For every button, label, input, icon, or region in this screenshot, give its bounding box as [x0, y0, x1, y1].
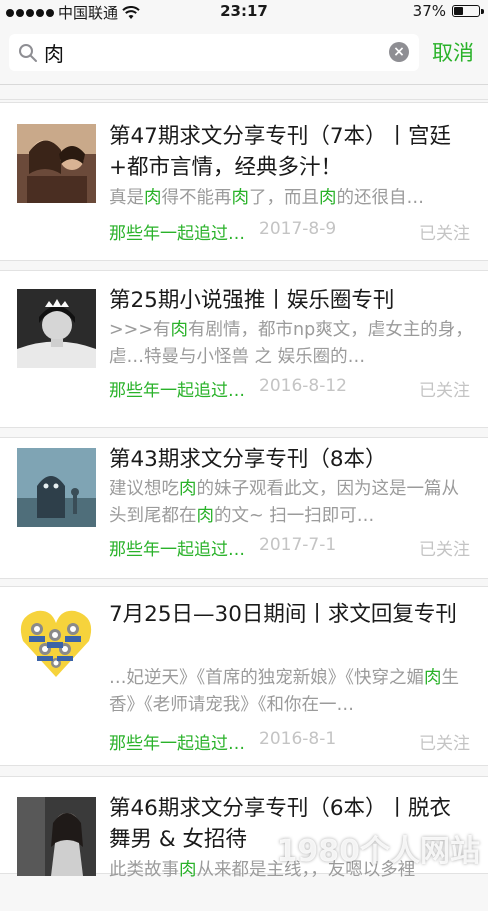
result-title: 7月25日—30日期间丨求文回复专刊	[109, 602, 457, 627]
follow-status: 已关注	[419, 381, 470, 401]
result-snippet: >>>有肉有剧情，都市np爽文，虐女主的身，虐…特曼与小怪兽 之 娱乐圈的…	[109, 317, 473, 371]
result-thumbnail	[17, 289, 96, 368]
keyword-highlight: 肉	[196, 506, 215, 526]
snippet-text: 得不能再	[161, 188, 232, 208]
result-meta: 那些年一起追过… 2017-7-1	[109, 535, 336, 560]
keyword-highlight: 肉	[319, 188, 337, 208]
snippet-text: >>>有	[109, 320, 171, 340]
result-meta: 那些年一起追过… 2016-8-1	[109, 729, 336, 754]
search-box[interactable]: ×	[9, 34, 419, 71]
keyword-highlight: 肉	[231, 188, 250, 208]
search-icon	[19, 44, 37, 62]
result-source[interactable]: 那些年一起追过…	[109, 376, 245, 401]
search-bar: × 取消	[0, 22, 488, 85]
result-date: 2016-8-12	[259, 376, 347, 396]
follow-status: 已关注	[419, 224, 470, 244]
snippet-text: 的文~ 扫一扫即可…	[214, 506, 375, 526]
snippet-text: 的还很自…	[336, 188, 425, 208]
watermark: 1980个人网站	[276, 834, 481, 869]
snippet-text: …妃逆天》《首席的独宠新娘》《快穿之媚	[109, 668, 424, 688]
result-meta: 那些年一起追过… 2017-8-9	[109, 219, 336, 244]
keyword-highlight: 肉	[144, 188, 162, 208]
result-source[interactable]: 那些年一起追过…	[109, 219, 245, 244]
result-title: 第47期求文分享专刊（7本）丨宫廷+都市言情，经典多汁！	[109, 124, 452, 180]
snippet-text: 建议想吃	[109, 479, 179, 499]
search-result[interactable]: 第47期求文分享专刊（7本）丨宫廷+都市言情，经典多汁！ 真是肉得不能再肉了，而且…	[0, 102, 488, 261]
search-input[interactable]	[44, 39, 374, 66]
search-result[interactable]: 第25期小说强推丨娱乐圈专刊 >>>有肉有剧情，都市np爽文，虐女主的身，虐…特曼…	[0, 270, 488, 428]
search-result[interactable]: 7月25日—30日期间丨求文回复专刊 …妃逆天》《首席的独宠新娘》《快穿之媚肉生香…	[0, 586, 488, 766]
result-snippet: 建议想吃肉的妹子观看此文，因为这是一篇从头到尾都在肉的文~ 扫一扫即可…	[109, 476, 473, 530]
result-thumbnail	[17, 448, 96, 527]
result-meta: 那些年一起追过… 2016-8-12	[109, 376, 347, 401]
result-source[interactable]: 那些年一起追过…	[109, 729, 245, 754]
follow-status: 已关注	[419, 734, 470, 754]
result-date: 2016-8-1	[259, 729, 337, 749]
result-title: 第43期求文分享专刊（8本）	[109, 447, 387, 472]
battery-icon	[452, 5, 484, 17]
result-thumbnail	[17, 603, 96, 682]
keyword-highlight: 肉	[179, 860, 197, 880]
snippet-text: 此类故事	[109, 860, 179, 880]
status-right: 37%	[412, 2, 484, 20]
keyword-highlight: 肉	[424, 668, 442, 688]
status-bar: 中国联通 23:17 37%	[0, 0, 488, 22]
result-thumbnail	[17, 124, 96, 203]
result-snippet: …妃逆天》《首席的独宠新娘》《快穿之媚肉生香》《老师请宠我》《和你在一…	[109, 665, 473, 719]
result-title: 第25期小说强推丨娱乐圈专刊	[109, 288, 395, 313]
follow-status: 已关注	[419, 540, 470, 560]
keyword-highlight: 肉	[170, 320, 189, 340]
result-date: 2017-8-9	[259, 219, 337, 239]
result-date: 2017-7-1	[259, 535, 337, 555]
snippet-text: 了，而且	[249, 188, 319, 208]
result-thumbnail	[17, 797, 96, 876]
snippet-text: 真是	[109, 188, 144, 208]
keyword-highlight: 肉	[179, 479, 197, 499]
search-result[interactable]: 第43期求文分享专刊（8本） 建议想吃肉的妹子观看此文，因为这是一篇从头到尾都在肉…	[0, 437, 488, 579]
result-source[interactable]: 那些年一起追过…	[109, 535, 245, 560]
battery-percent: 37%	[412, 2, 446, 20]
clear-icon[interactable]: ×	[389, 42, 409, 62]
cancel-button[interactable]: 取消	[432, 37, 474, 67]
battery-level	[454, 7, 463, 15]
divider	[0, 99, 488, 100]
